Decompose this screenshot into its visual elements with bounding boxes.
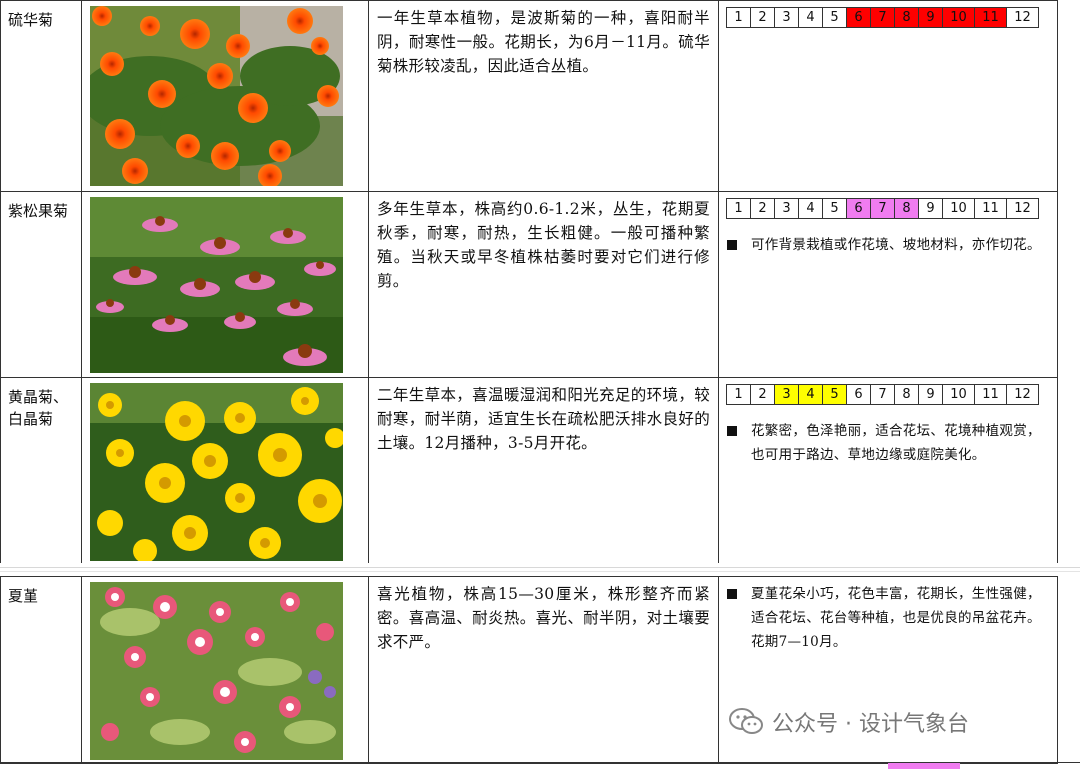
month-cell: 2 <box>750 384 775 405</box>
month-cell: 5 <box>822 384 847 405</box>
plant-row: 硫华菊 一年生草本植物，是波斯菊的一种，喜阳耐半阴，耐寒性一般。花期长，为6月－… <box>0 0 1058 192</box>
square-bullet-icon <box>727 240 737 250</box>
plant-description: 二年生草本，喜温暖湿润和阳光充足的环境，较耐寒，耐半荫，适宜生长在疏松肥沃排水良… <box>377 386 710 452</box>
watermark-text: 公众号 · 设计气象台 <box>772 712 969 737</box>
wechat-icon <box>729 708 763 734</box>
month-cell: 10 <box>942 198 975 219</box>
month-cell: 9 <box>918 384 943 405</box>
plant-row: 紫松果菊 多年生草本，株高约0.6-1.2米，丛生，花期夏秋季，耐寒，耐热，生长… <box>0 191 1058 378</box>
month-cell: 12 <box>1006 198 1039 219</box>
month-cell: 10 <box>942 7 975 28</box>
watermark: 公众号 · 设计气象台 <box>728 706 969 738</box>
month-cell: 6 <box>846 384 871 405</box>
bloom-calendar: 1 2 3 4 5 6 7 8 9 10 11 12 <box>726 198 1039 219</box>
plant-name: 紫松果菊 <box>8 202 69 220</box>
month-cell: 6 <box>846 7 871 28</box>
next-row-cropped <box>0 762 1080 769</box>
plant-description: 喜光植物，株高15—30厘米，株形整齐而紧密。喜高温、耐炎热。喜光、耐半阴，对土… <box>377 585 710 651</box>
plant-note: 花繁密，色泽艳丽，适合花坛、花境种植观赏，也可用于路边、草地边缘或庭院美化。 <box>719 405 1057 467</box>
month-cell: 8 <box>894 198 919 219</box>
month-cell: 8 <box>894 384 919 405</box>
month-cell: 1 <box>726 7 751 28</box>
plant-description: 多年生草本，株高约0.6-1.2米，丛生，花期夏秋季，耐寒，耐热，生长粗健。一般… <box>377 200 710 290</box>
month-cell: 4 <box>798 198 823 219</box>
month-cell: 11 <box>974 198 1007 219</box>
square-bullet-icon <box>727 589 737 599</box>
month-cell: 8 <box>894 7 919 28</box>
bloom-calendar: 1 2 3 4 5 6 7 8 9 10 11 12 <box>726 384 1039 405</box>
month-cell: 4 <box>798 7 823 28</box>
month-row: 1 2 3 4 5 6 7 8 9 10 11 12 <box>726 198 1039 219</box>
month-cell: 9 <box>918 198 943 219</box>
month-row: 1 2 3 4 5 6 7 8 9 10 11 12 <box>726 7 1039 28</box>
month-cell: 7 <box>870 198 895 219</box>
month-cell: 7 <box>870 7 895 28</box>
month-row: 1 2 3 4 5 6 7 8 9 10 11 12 <box>726 384 1039 405</box>
month-cell: 2 <box>750 7 775 28</box>
plant-note-text: 可作背景栽植或作花境、坡地材料，亦作切花。 <box>751 237 1041 253</box>
plant-note-text: 夏堇花朵小巧，花色丰富，花期长，生性强健，适合花坛、花台等种植，也是优良的吊盆花… <box>751 586 1041 650</box>
plant-note-text: 花繁密，色泽艳丽，适合花坛、花境种植观赏，也可用于路边、草地边缘或庭院美化。 <box>751 423 1041 463</box>
month-cell: 12 <box>1006 384 1039 405</box>
plant-name: 黄晶菊、白晶菊 <box>8 388 69 428</box>
month-cell: 11 <box>974 384 1007 405</box>
month-cell: 1 <box>726 198 751 219</box>
orange-cosmos-flowers-photo <box>90 6 343 186</box>
torenia-flowers-photo <box>90 582 343 760</box>
month-cell: 9 <box>918 7 943 28</box>
month-cell: 3 <box>774 198 799 219</box>
month-cell: 1 <box>726 384 751 405</box>
month-cell: 5 <box>822 198 847 219</box>
plant-note: 夏堇花朵小巧，花色丰富，花期长，生性强健，适合花坛、花台等种植，也是优良的吊盆花… <box>719 577 1057 654</box>
plant-note: 可作背景栽植或作花境、坡地材料，亦作切花。 <box>719 219 1057 257</box>
yellow-daisy-photo <box>90 383 343 561</box>
month-cell: 3 <box>774 384 799 405</box>
month-cell: 7 <box>870 384 895 405</box>
plant-table-page-1: 硫华菊 一年生草本植物，是波斯菊的一种，喜阳耐半阴，耐寒性一般。花期长，为6月－… <box>0 0 1058 564</box>
month-cell: 12 <box>1006 7 1039 28</box>
plant-name: 硫华菊 <box>8 11 54 29</box>
plant-row: 黄晶菊、白晶菊 二年生草本，喜温暖湿润和阳光充足的环境，较耐寒，耐半荫，适宜生长… <box>0 377 1058 564</box>
page-break <box>0 563 1080 576</box>
square-bullet-icon <box>727 426 737 436</box>
month-cell: 6 <box>846 198 871 219</box>
plant-description: 一年生草本植物，是波斯菊的一种，喜阳耐半阴，耐寒性一般。花期长，为6月－11月。… <box>377 9 710 75</box>
month-cell: 3 <box>774 7 799 28</box>
month-cell: 2 <box>750 198 775 219</box>
month-cell: 5 <box>822 7 847 28</box>
plant-name: 夏堇 <box>8 587 39 605</box>
month-cell: 10 <box>942 384 975 405</box>
bloom-calendar: 1 2 3 4 5 6 7 8 9 10 11 12 <box>726 7 1039 28</box>
purple-coneflower-photo <box>90 197 343 373</box>
month-cell: 4 <box>798 384 823 405</box>
month-cell: 11 <box>974 7 1007 28</box>
